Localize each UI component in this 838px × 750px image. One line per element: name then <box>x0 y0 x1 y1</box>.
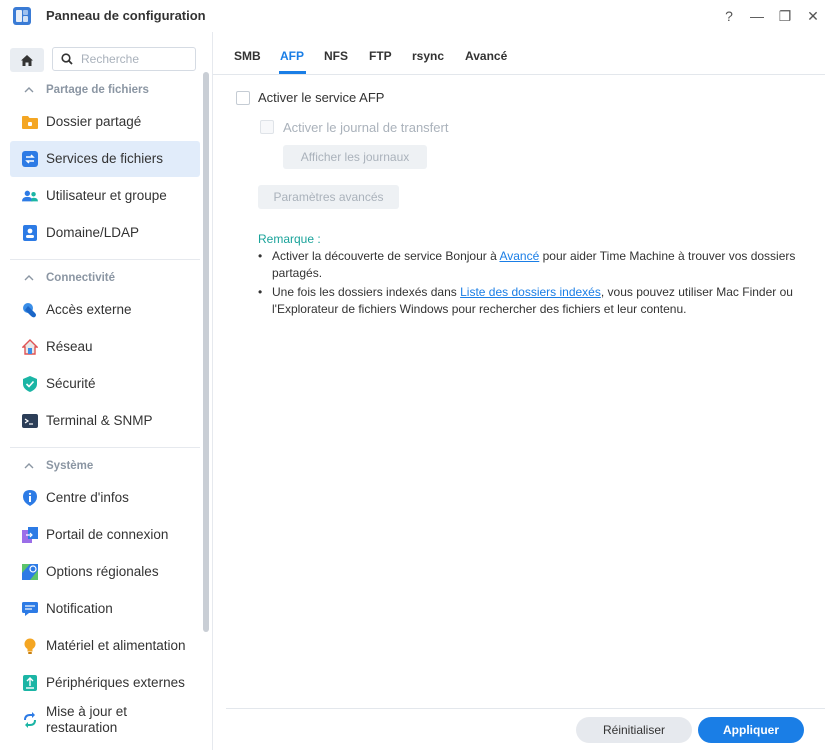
tab-nfs[interactable]: NFS <box>324 49 348 63</box>
advanced-settings-button[interactable]: Paramètres avancés <box>258 185 399 209</box>
sidebar-item-network[interactable]: Réseau <box>10 329 200 365</box>
search-input[interactable] <box>79 51 183 67</box>
sidebar-item-regional-options[interactable]: Options régionales <box>10 554 200 590</box>
home-icon <box>21 54 33 66</box>
tab-rsync[interactable]: rsync <box>412 49 444 63</box>
search-box[interactable] <box>52 47 196 71</box>
regional-icon <box>22 564 38 580</box>
sidebar-item-update-restore[interactable]: Mise à jour et restauration <box>10 702 200 738</box>
section-header-system[interactable]: Système <box>10 454 200 478</box>
apply-button[interactable]: Appliquer <box>698 717 804 743</box>
title-bar: Panneau de configuration ? — ❐ ✕ <box>0 0 838 32</box>
sidebar-item-shared-folder[interactable]: Dossier partagé <box>10 104 200 140</box>
advanced-link[interactable]: Avancé <box>499 249 539 263</box>
transfer-log-label: Activer le journal de transfert <box>283 120 449 135</box>
section-divider <box>10 259 200 260</box>
note-item: • Une fois les dossiers indexés dans Lis… <box>258 285 793 316</box>
restore-button[interactable]: ❐ <box>774 6 796 26</box>
sidebar-item-file-services[interactable]: Services de fichiers <box>10 141 200 177</box>
transfer-log-checkbox[interactable] <box>260 120 274 134</box>
sidebar-item-external-access[interactable]: Accès externe <box>10 292 200 328</box>
external-access-icon <box>22 302 38 318</box>
reset-button[interactable]: Réinitialiser <box>576 717 692 743</box>
sidebar: Partage de fichiers Dossier partagé Serv… <box>0 32 213 750</box>
notification-icon <box>22 601 38 617</box>
update-icon <box>22 712 38 728</box>
chevron-up-icon <box>16 275 42 281</box>
section-header-file-sharing[interactable]: Partage de fichiers <box>10 78 200 102</box>
sidebar-item-external-devices[interactable]: Périphériques externes <box>10 665 200 701</box>
note-item: • Activer la découverte de service Bonjo… <box>258 249 796 280</box>
sidebar-item-domain-ldap[interactable]: Domaine/LDAP <box>10 215 200 251</box>
sidebar-item-terminal-snmp[interactable]: Terminal & SNMP <box>10 403 200 439</box>
view-logs-button[interactable]: Afficher les journaux <box>283 145 427 169</box>
sidebar-item-info-center[interactable]: Centre d'infos <box>10 480 200 516</box>
bullet: • <box>258 249 263 263</box>
footer-divider <box>226 708 825 709</box>
tab-smb[interactable]: SMB <box>234 49 261 63</box>
enable-afp-checkbox[interactable] <box>236 91 250 105</box>
terminal-icon <box>22 413 38 429</box>
close-button[interactable]: ✕ <box>802 6 824 26</box>
sidebar-item-users-groups[interactable]: Utilisateur et groupe <box>10 178 200 214</box>
lightbulb-icon <box>22 638 38 654</box>
window-title: Panneau de configuration <box>46 8 206 23</box>
tab-ftp[interactable]: FTP <box>369 49 392 63</box>
control-panel-app-icon <box>13 7 31 25</box>
indexed-folders-link[interactable]: Liste des dossiers indexés <box>460 285 601 299</box>
external-devices-icon <box>22 675 38 691</box>
sidebar-scrollbar[interactable] <box>203 72 209 632</box>
chevron-up-icon <box>16 87 42 93</box>
tab-advanced[interactable]: Avancé <box>465 49 507 63</box>
note-list: • Activer la découverte de service Bonjo… <box>258 248 813 320</box>
shield-icon <box>22 376 38 392</box>
sidebar-item-security[interactable]: Sécurité <box>10 366 200 402</box>
domain-icon <box>22 225 38 241</box>
enable-afp-label: Activer le service AFP <box>258 90 385 105</box>
tab-bar: SMB AFP NFS FTP rsync Avancé <box>213 32 825 75</box>
portal-icon <box>22 527 38 543</box>
chevron-up-icon <box>16 463 42 469</box>
section-divider <box>10 447 200 448</box>
note-title: Remarque : <box>258 232 321 246</box>
info-icon <box>22 490 38 506</box>
sidebar-item-login-portal[interactable]: Portail de connexion <box>10 517 200 553</box>
bullet: • <box>258 285 263 299</box>
home-button[interactable] <box>10 48 44 72</box>
section-header-connectivity[interactable]: Connectivité <box>10 266 200 290</box>
help-button[interactable]: ? <box>718 6 740 26</box>
users-icon <box>22 188 38 204</box>
active-tab-indicator <box>279 71 306 74</box>
tab-afp[interactable]: AFP <box>280 49 304 63</box>
search-icon <box>61 53 73 65</box>
sidebar-item-hardware-power[interactable]: Matériel et alimentation <box>10 628 200 664</box>
minimize-button[interactable]: — <box>746 6 768 26</box>
folder-icon <box>22 114 38 130</box>
control-panel-window: Panneau de configuration ? — ❐ ✕ Partage… <box>0 0 838 750</box>
file-services-icon <box>22 151 38 167</box>
network-icon <box>22 339 38 355</box>
sidebar-item-notification[interactable]: Notification <box>10 591 200 627</box>
